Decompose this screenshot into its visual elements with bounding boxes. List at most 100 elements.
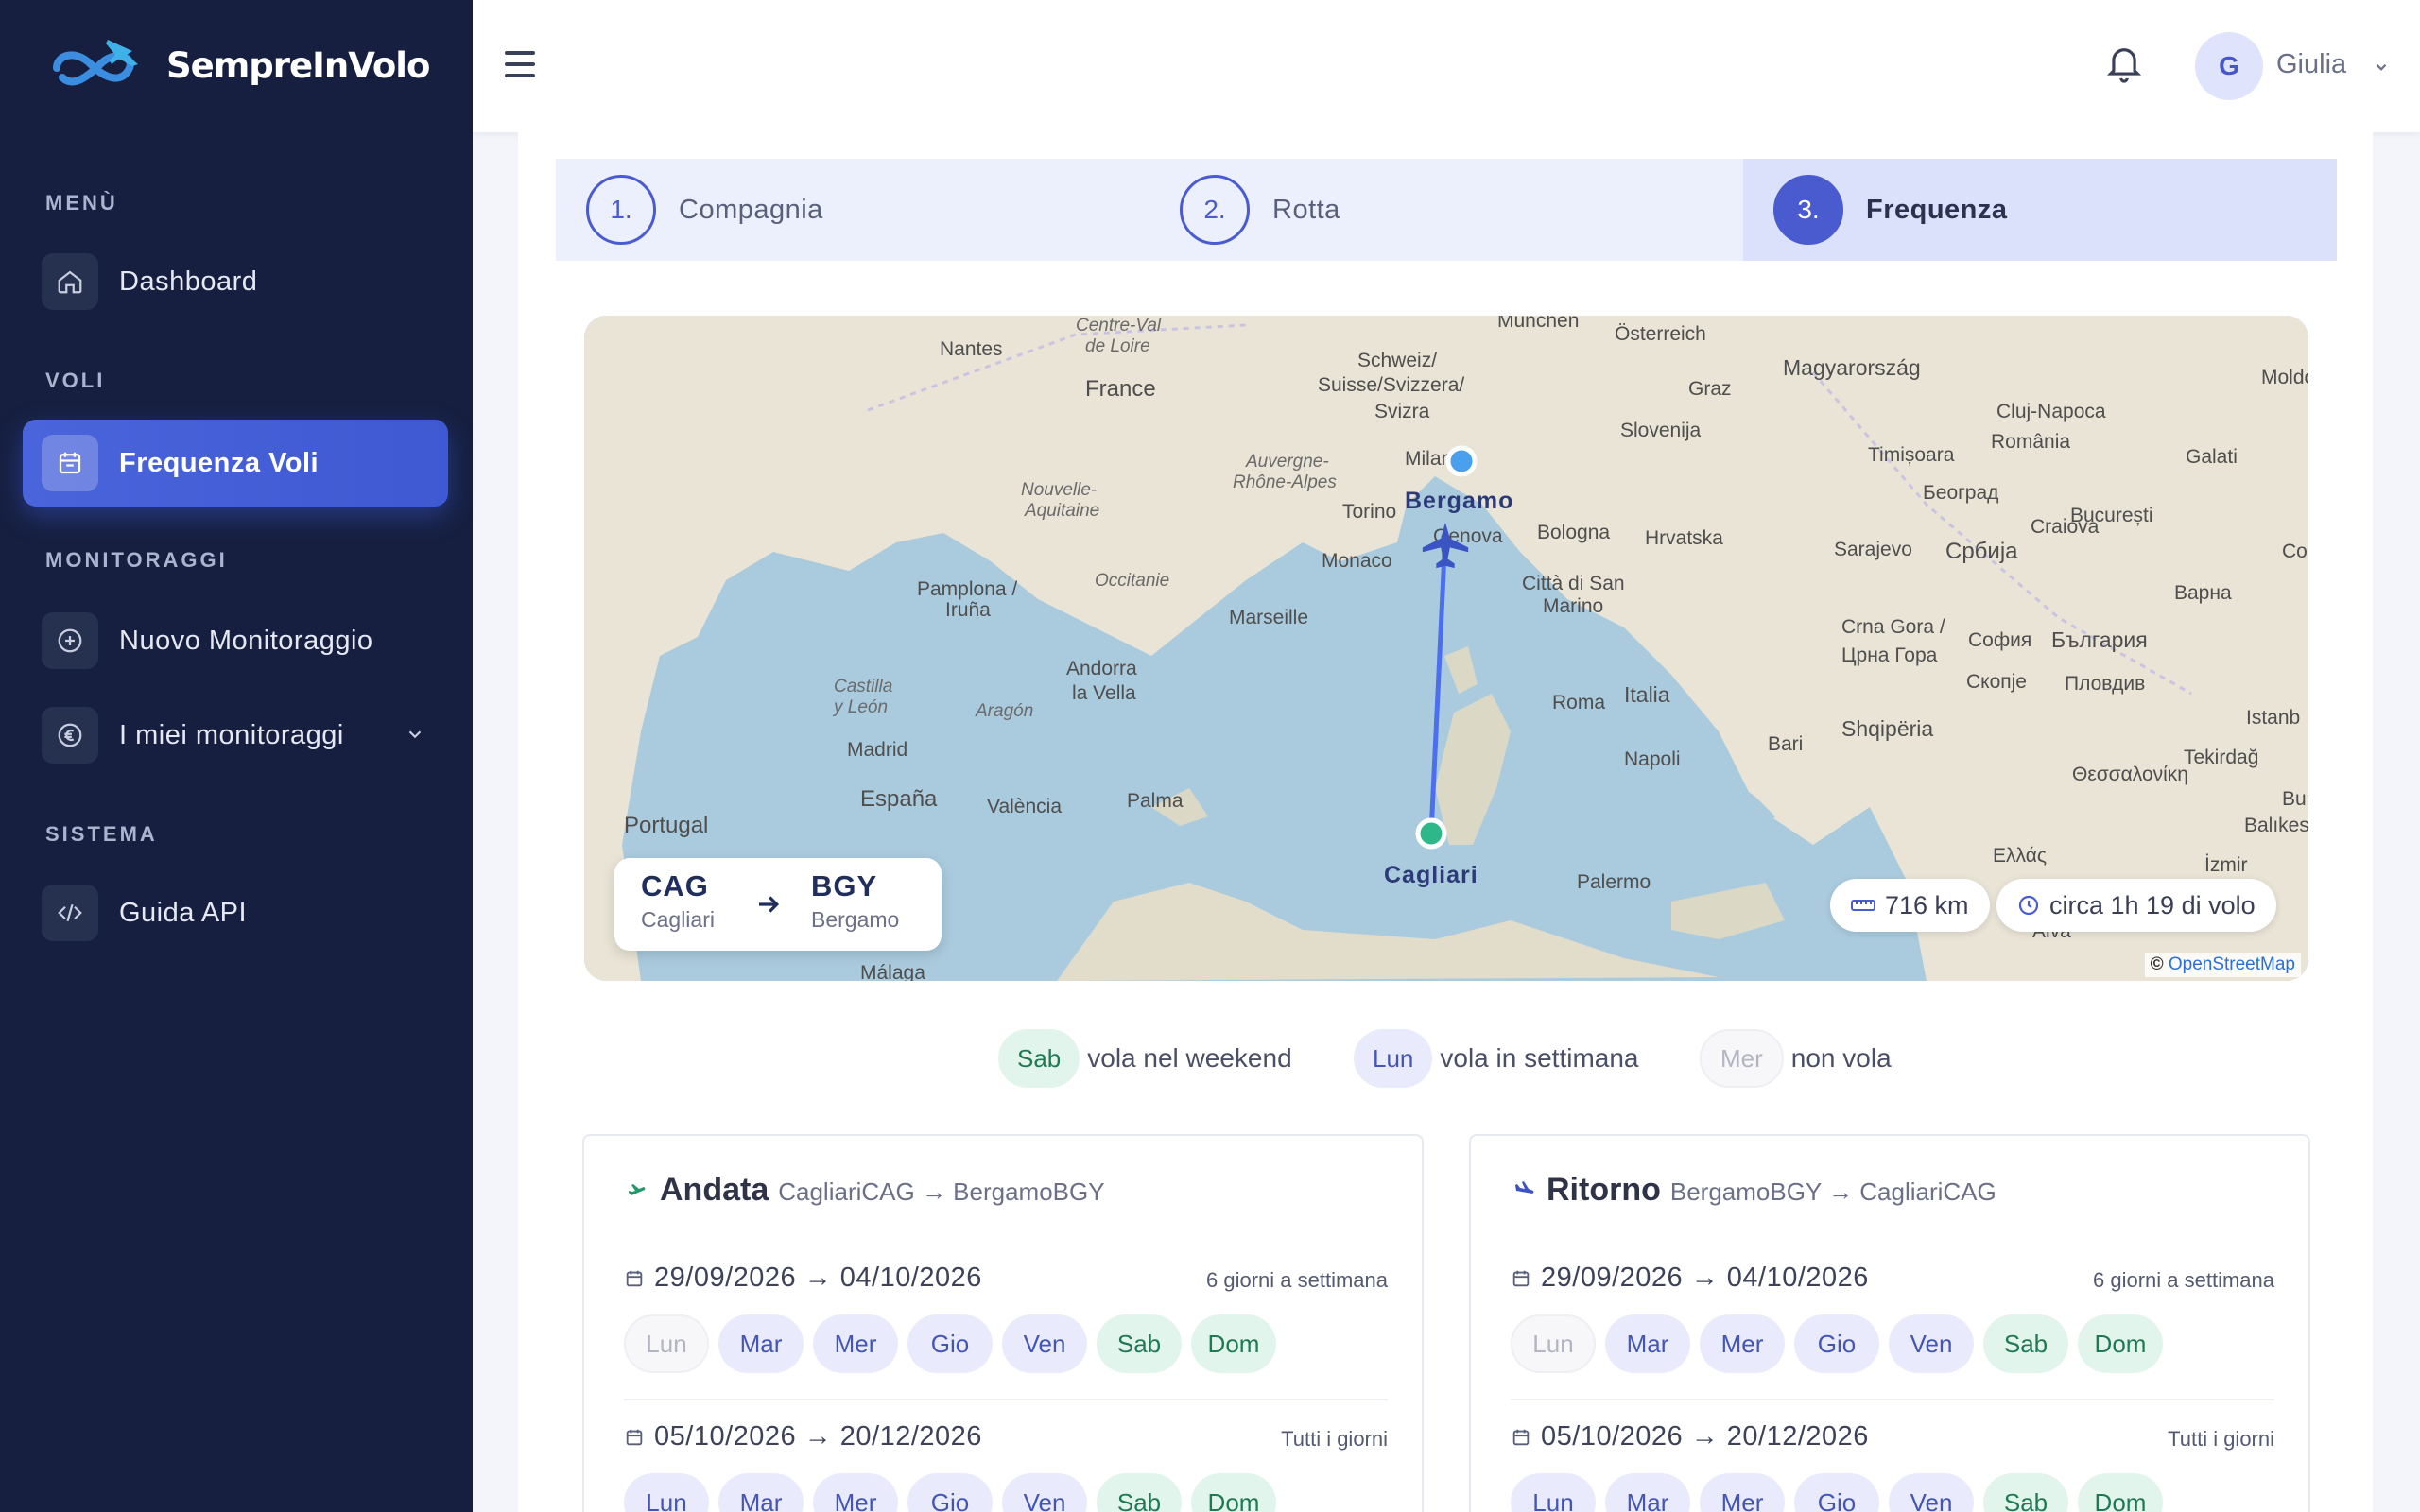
step-compagnia[interactable]: 1. Compagnia <box>556 159 1150 261</box>
day-chip: Mar <box>1605 1314 1690 1373</box>
brand-logo[interactable]: SempreInVolo <box>38 32 430 98</box>
day-chip: Ven <box>1002 1473 1087 1512</box>
sidebar-item-frequenza-voli[interactable]: Frequenza Voli <box>23 420 448 507</box>
weekday-chips: Lun Mar Mer Gio Ven Sab Dom <box>624 1314 1388 1373</box>
calendar-icon <box>1512 1429 1530 1445</box>
weekday-chips: Lun Mar Mer Gio Ven Sab Dom <box>1511 1314 2274 1373</box>
period-frequency: 6 giorni a settimana <box>1206 1268 1388 1292</box>
bell-icon[interactable] <box>2106 42 2142 85</box>
period-dates: 29/09/2026 → 04/10/2026 <box>654 1263 982 1293</box>
sidebar-item-guida-api[interactable]: Guida API <box>23 869 448 956</box>
user-name[interactable]: Giulia <box>2276 49 2346 80</box>
sidebar-item-label: Frequenza Voli <box>119 447 320 478</box>
sidebar-item-dashboard[interactable]: Dashboard <box>23 238 448 325</box>
plus-circle-icon <box>42 612 98 669</box>
period-dates: 05/10/2026 → 20/12/2026 <box>1541 1421 1869 1452</box>
day-chip: Dom <box>1191 1314 1276 1373</box>
legend-weekday: Lun vola in settimana <box>1354 1028 1639 1089</box>
airplane-icon <box>1422 522 1469 569</box>
origin-city: Cagliari <box>641 907 715 932</box>
day-chip: Mar <box>718 1314 804 1373</box>
hamburger-menu-icon[interactable] <box>505 49 537 79</box>
sidebar-item-label: Guida API <box>119 897 248 928</box>
legend-text: non vola <box>1790 1043 1892 1073</box>
destination-code: BGY <box>811 869 878 902</box>
day-chip: Lun <box>624 1473 709 1512</box>
day-chip: Dom <box>2078 1473 2163 1512</box>
top-bar: G Giulia <box>473 0 2420 132</box>
day-chip: Mar <box>718 1473 804 1512</box>
calendar-icon <box>1512 1270 1530 1286</box>
legend-chip: Mer <box>1700 1029 1784 1088</box>
divider <box>624 1399 1388 1400</box>
route-map[interactable]: Nantes Centre-Val de Loire France Schwei… <box>584 316 2308 981</box>
section-voli: VOLI <box>45 369 106 392</box>
day-chip: Dom <box>2078 1314 2163 1373</box>
day-chip: Mer <box>1700 1473 1785 1512</box>
calendar-icon <box>626 1429 643 1445</box>
destination-city: Bergamo <box>811 907 900 932</box>
duration-value: circa 1h 19 di volo <box>2049 890 2256 919</box>
calendar-icon <box>626 1270 643 1286</box>
map-attribution: © OpenStreetMap <box>2144 953 2301 977</box>
day-chip: Ven <box>1889 1473 1974 1512</box>
map-destination-label: Bergamo <box>1405 488 1514 514</box>
step-number: 2. <box>1180 175 1250 245</box>
step-rotta[interactable]: 2. Rotta <box>1150 159 1743 261</box>
section-sistema: SISTEMA <box>45 822 158 846</box>
sidebar-item-miei-monitoraggi[interactable]: I miei monitoraggi <box>23 692 448 779</box>
step-frequenza[interactable]: 3. Frequenza <box>1743 159 2337 261</box>
period-dates: 29/09/2026 → 04/10/2026 <box>1541 1263 1869 1293</box>
step-label: Rotta <box>1272 194 1340 225</box>
legend-chip: Lun <box>1354 1029 1433 1088</box>
legend-text: vola in settimana <box>1440 1043 1639 1073</box>
section-monitoraggi: MONITORAGGI <box>45 548 228 572</box>
day-chip: Gio <box>908 1473 993 1512</box>
sidebar-item-label: I miei monitoraggi <box>119 719 344 750</box>
sidebar: SempreInVolo MENÙ Dashboard VOLI Frequen… <box>0 0 473 1512</box>
arrow-right-icon <box>759 896 780 913</box>
map-origin-label: Cagliari <box>1384 862 1478 888</box>
day-chip: Gio <box>908 1314 993 1373</box>
section-menu: MENÙ <box>45 191 118 215</box>
chevron-down-icon[interactable] <box>2373 59 2390 76</box>
origin-code: CAG <box>641 869 709 902</box>
sidebar-item-nuovo-monitoraggio[interactable]: Nuovo Monitoraggio <box>23 597 448 684</box>
day-chip: Gio <box>1794 1473 1879 1512</box>
ruler-icon <box>1851 900 1876 911</box>
period: 29/09/2026 → 04/10/2026 6 giorni a setti… <box>1511 1263 2274 1373</box>
chevron-down-icon <box>408 730 422 739</box>
legend-text: vola nel weekend <box>1087 1043 1292 1073</box>
period-frequency: Tutti i giorni <box>1281 1427 1388 1451</box>
day-chip: Lun <box>1511 1473 1596 1512</box>
outbound-route: CagliariCAG → BergamoBGY <box>778 1177 1105 1206</box>
period-dates: 05/10/2026 → 20/12/2026 <box>654 1421 982 1452</box>
day-chip: Gio <box>1794 1314 1879 1373</box>
day-chip: Sab <box>1097 1314 1182 1373</box>
step-label: Compagnia <box>679 194 823 225</box>
period: 05/10/2026 → 20/12/2026 Tutti i giorni L… <box>1511 1421 2274 1512</box>
avatar[interactable]: G <box>2195 32 2263 100</box>
euro-circle-icon <box>42 707 98 764</box>
period-frequency: 6 giorni a settimana <box>2093 1268 2274 1292</box>
day-chip: Lun <box>624 1314 709 1373</box>
legend-chip: Sab <box>998 1029 1080 1088</box>
attribution-prefix: © <box>2150 954 2164 974</box>
legend-weekend: Sab vola nel weekend <box>998 1028 1292 1089</box>
day-chip: Ven <box>1002 1314 1087 1373</box>
day-chip: Sab <box>1097 1473 1182 1512</box>
route-summary: CAG Cagliari BGY Bergamo <box>614 858 942 951</box>
wizard-stepper: 1. Compagnia 2. Rotta 3. Frequenza <box>556 159 2337 261</box>
clock-icon <box>2018 895 2039 916</box>
day-chip: Mer <box>813 1473 898 1512</box>
sidebar-item-label: Dashboard <box>119 266 258 297</box>
day-chip: Mer <box>1700 1314 1785 1373</box>
openstreetmap-link[interactable]: OpenStreetMap <box>2169 954 2295 974</box>
outbound-card: Andata CagliariCAG → BergamoBGY 29/09/20… <box>582 1134 1424 1512</box>
period: 05/10/2026 → 20/12/2026 Tutti i giorni L… <box>624 1421 1388 1512</box>
weekday-chips: Lun Mar Mer Gio Ven Sab Dom <box>1511 1473 2274 1512</box>
calendar-icon <box>42 435 98 491</box>
sidebar-item-label: Nuovo Monitoraggio <box>119 625 373 656</box>
duration-pill: circa 1h 19 di volo <box>1996 879 2276 932</box>
brand-name: SempreInVolo <box>166 44 430 86</box>
